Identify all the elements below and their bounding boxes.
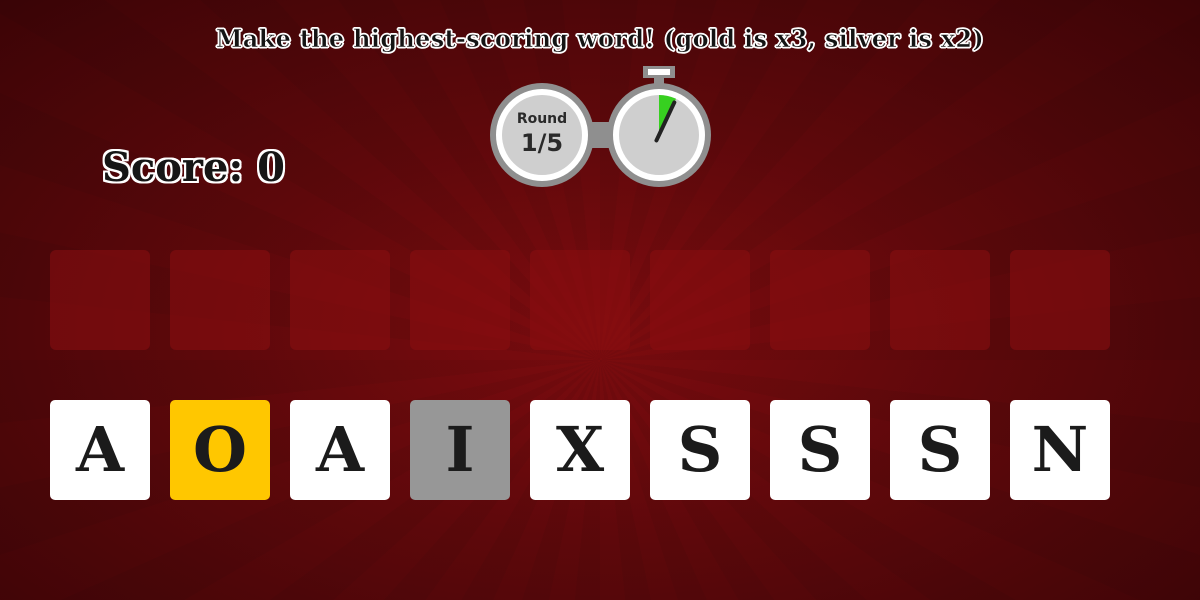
stopwatch-icon [607, 66, 711, 187]
letter-tile[interactable]: A [50, 400, 150, 500]
answer-slot[interactable] [50, 250, 150, 350]
letter-tile[interactable]: N [1010, 400, 1110, 500]
letter-tile[interactable]: A [290, 400, 390, 500]
tile-letter: X [555, 413, 605, 486]
letter-tile[interactable]: S [650, 400, 750, 500]
tile-letter: S [677, 413, 723, 486]
tile-letter: N [1031, 413, 1089, 486]
tile-letter: S [917, 413, 963, 486]
letter-tile[interactable]: I [410, 400, 510, 500]
answer-slot[interactable] [770, 250, 870, 350]
score-display: Score: 0 [102, 144, 285, 191]
tile-letter: O [192, 413, 247, 486]
answer-slot[interactable] [410, 250, 510, 350]
round-timer-hud: Round 1/5 [488, 64, 718, 190]
answer-slot[interactable] [650, 250, 750, 350]
letter-tile[interactable]: O [170, 400, 270, 500]
tile-letter: S [797, 413, 843, 486]
tile-letter: I [445, 413, 475, 486]
answer-slot[interactable] [1010, 250, 1110, 350]
letter-tile[interactable]: S [770, 400, 870, 500]
answer-slots [50, 250, 1110, 350]
answer-slot[interactable] [530, 250, 630, 350]
tile-letter: A [315, 413, 365, 486]
instructions-text: Make the highest-scoring word! (gold is … [215, 24, 985, 54]
letter-tiles: AOAIXSSSN [50, 400, 1110, 500]
answer-slot[interactable] [290, 250, 390, 350]
answer-slot[interactable] [170, 250, 270, 350]
round-label: Round [517, 111, 567, 127]
answer-slot[interactable] [890, 250, 990, 350]
round-value: 1/5 [521, 129, 563, 157]
tile-letter: A [75, 413, 125, 486]
letter-tile[interactable]: X [530, 400, 630, 500]
round-badge: Round 1/5 [490, 83, 594, 187]
letter-tile[interactable]: S [890, 400, 990, 500]
